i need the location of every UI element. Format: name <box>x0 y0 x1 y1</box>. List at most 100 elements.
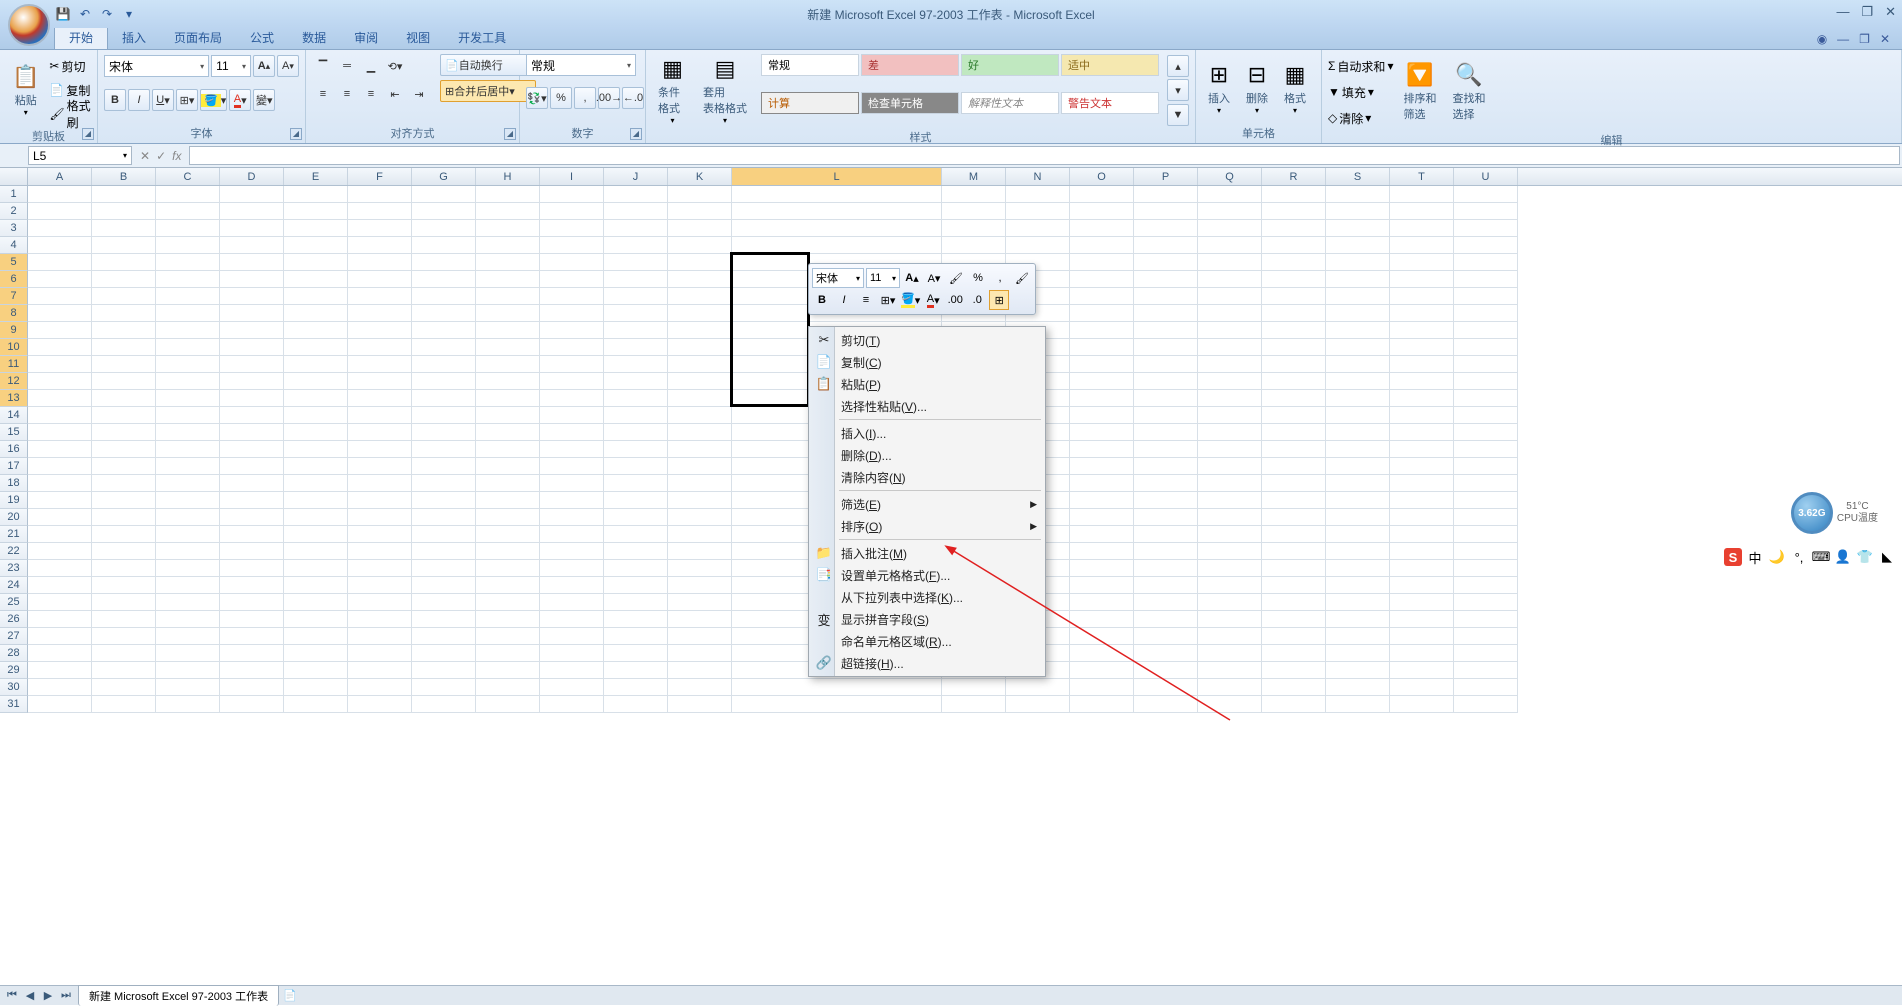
row-header-24[interactable]: 24 <box>0 577 28 594</box>
cell[interactable] <box>1134 543 1198 560</box>
cell[interactable] <box>668 543 732 560</box>
cell[interactable] <box>1454 254 1518 271</box>
cell[interactable] <box>1454 220 1518 237</box>
cell[interactable] <box>220 475 284 492</box>
cell[interactable] <box>284 186 348 203</box>
qat-dropdown-icon[interactable]: ▾ <box>120 5 138 23</box>
cell[interactable] <box>1454 577 1518 594</box>
tab-插入[interactable]: 插入 <box>108 26 160 49</box>
cell[interactable] <box>1262 458 1326 475</box>
cell[interactable] <box>1198 594 1262 611</box>
cell[interactable] <box>540 492 604 509</box>
cell[interactable] <box>412 339 476 356</box>
cell[interactable] <box>412 254 476 271</box>
cell[interactable] <box>1198 305 1262 322</box>
paste-button[interactable]: 📋 粘贴 ▾ <box>6 54 45 126</box>
col-header-I[interactable]: I <box>540 168 604 185</box>
cell[interactable] <box>1134 305 1198 322</box>
cell[interactable] <box>1262 322 1326 339</box>
cell[interactable] <box>220 220 284 237</box>
col-header-P[interactable]: P <box>1134 168 1198 185</box>
cell[interactable] <box>668 356 732 373</box>
cell[interactable] <box>348 288 412 305</box>
mini-font-combo[interactable]: 宋体▾ <box>812 268 864 288</box>
tab-页面布局[interactable]: 页面布局 <box>160 26 236 49</box>
conditional-format-button[interactable]: ▦条件格式▾ <box>652 54 693 127</box>
row-header-7[interactable]: 7 <box>0 288 28 305</box>
cell[interactable] <box>1134 526 1198 543</box>
cell[interactable] <box>220 237 284 254</box>
cell[interactable] <box>220 322 284 339</box>
cell[interactable] <box>732 203 942 220</box>
format-as-table-button[interactable]: ▤套用 表格格式▾ <box>697 54 753 127</box>
styles-scroll-up[interactable]: ▴ <box>1167 55 1189 77</box>
tab-开始[interactable]: 开始 <box>54 25 108 49</box>
col-header-Q[interactable]: Q <box>1198 168 1262 185</box>
cell[interactable] <box>1198 526 1262 543</box>
ctx-插入i[interactable]: 插入(I)... <box>811 422 1043 444</box>
cell[interactable] <box>284 458 348 475</box>
cell[interactable] <box>92 577 156 594</box>
sort-filter-button[interactable]: 🔽排序和 筛选 <box>1397 54 1442 130</box>
cell[interactable] <box>92 475 156 492</box>
ctx-筛选e[interactable]: 筛选(E)▶ <box>811 493 1043 515</box>
cell[interactable] <box>476 220 540 237</box>
cell[interactable] <box>1198 696 1262 713</box>
cell[interactable] <box>412 679 476 696</box>
cell[interactable] <box>540 373 604 390</box>
cell[interactable] <box>1198 492 1262 509</box>
sogou-icon[interactable]: S <box>1724 548 1742 566</box>
cell[interactable] <box>348 424 412 441</box>
cell[interactable] <box>92 203 156 220</box>
cell[interactable] <box>1390 611 1454 628</box>
cell[interactable] <box>348 594 412 611</box>
cell[interactable] <box>348 475 412 492</box>
cell[interactable] <box>476 458 540 475</box>
cell[interactable] <box>1198 458 1262 475</box>
cell[interactable] <box>540 560 604 577</box>
enter-formula-icon[interactable]: ✓ <box>156 149 166 163</box>
mini-format[interactable]: 🖌 <box>1012 268 1032 288</box>
formula-input[interactable] <box>189 146 1900 165</box>
cell[interactable] <box>348 407 412 424</box>
cell[interactable] <box>1262 492 1326 509</box>
number-format-combo[interactable]: 常规▾ <box>526 54 636 76</box>
cell[interactable] <box>156 662 220 679</box>
cell[interactable] <box>1006 220 1070 237</box>
cell[interactable] <box>604 662 668 679</box>
col-header-A[interactable]: A <box>28 168 92 185</box>
cell[interactable] <box>1262 390 1326 407</box>
cell[interactable] <box>284 594 348 611</box>
cell[interactable] <box>28 679 92 696</box>
cell[interactable] <box>1198 577 1262 594</box>
minimize-button[interactable]: ― <box>1836 4 1849 20</box>
cell[interactable] <box>604 628 668 645</box>
cell[interactable] <box>1326 594 1390 611</box>
cell[interactable] <box>348 186 412 203</box>
cell[interactable] <box>540 577 604 594</box>
col-header-G[interactable]: G <box>412 168 476 185</box>
cell[interactable] <box>412 526 476 543</box>
cell[interactable] <box>476 203 540 220</box>
undo-icon[interactable]: ↶ <box>76 5 94 23</box>
format-cells-button[interactable]: ▦格式▾ <box>1278 54 1312 123</box>
underline-button[interactable]: U▾ <box>152 89 174 111</box>
fill-color-button[interactable]: 🪣▾ <box>200 89 227 111</box>
cell[interactable] <box>220 543 284 560</box>
cell[interactable] <box>1262 628 1326 645</box>
cell[interactable] <box>1070 560 1134 577</box>
cell[interactable] <box>348 509 412 526</box>
cell[interactable] <box>1454 696 1518 713</box>
cell[interactable] <box>92 526 156 543</box>
cell[interactable] <box>156 645 220 662</box>
fx-icon[interactable]: fx <box>172 149 181 163</box>
cell[interactable] <box>220 679 284 696</box>
cell[interactable] <box>1326 390 1390 407</box>
col-header-F[interactable]: F <box>348 168 412 185</box>
cell[interactable] <box>1262 254 1326 271</box>
cell[interactable] <box>284 662 348 679</box>
cell[interactable] <box>604 322 668 339</box>
font-dialog-launcher[interactable]: ◢ <box>290 128 302 140</box>
cell[interactable] <box>1390 220 1454 237</box>
cell[interactable] <box>604 220 668 237</box>
